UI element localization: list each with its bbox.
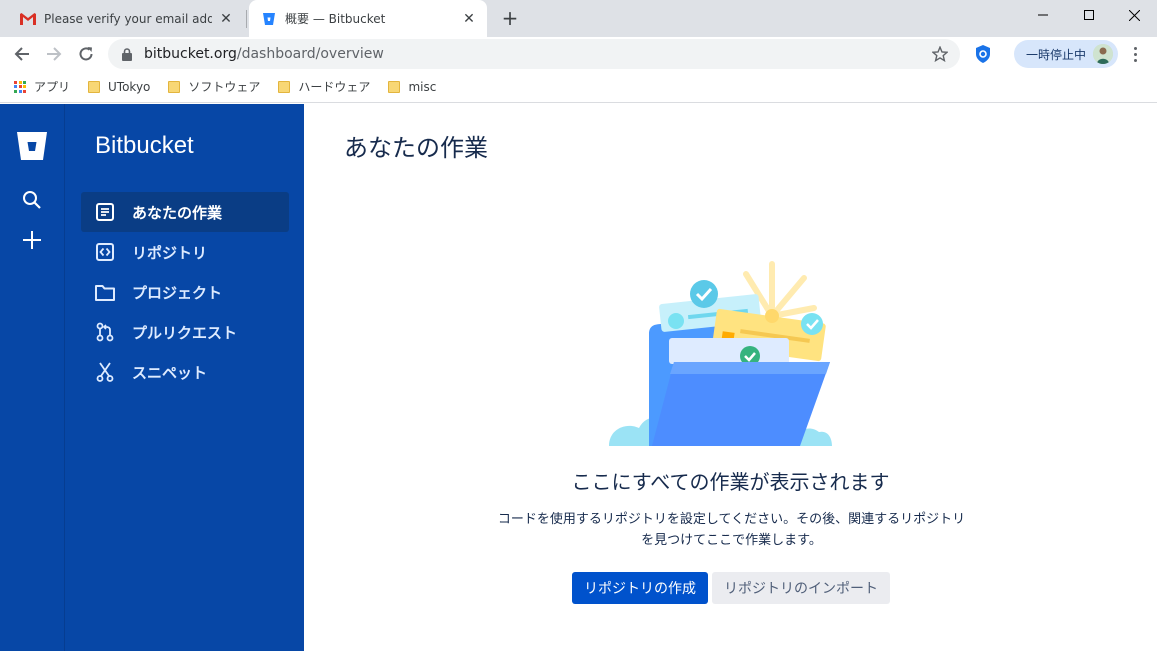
gmail-icon: [20, 11, 36, 27]
back-icon[interactable]: [8, 40, 36, 68]
sidebar-item-label: リポジトリ: [132, 243, 208, 262]
bookmark-label: ハードウェア: [298, 80, 371, 94]
sidebar-item-label: あなたの作業: [132, 203, 223, 222]
profile-label: 一時停止中: [1026, 47, 1087, 62]
folder-icon: [93, 280, 117, 304]
empty-state-description: コードを使用するリポジトリを設定してください。その後、関連するリポジトリを見つけ…: [497, 512, 966, 548]
tab-title: Please verify your email address: [44, 11, 212, 26]
lock-icon[interactable]: [120, 47, 134, 61]
bookmarks-bar: アプリ UTokyo ソフトウェア ハードウェア misc: [0, 71, 1157, 103]
sidebar-item-pull-requests[interactable]: プルリクエスト: [81, 312, 289, 352]
browser-tab-strip: Please verify your email address ✕ 概要 — …: [0, 0, 1157, 37]
url-path: /dashboard/overview: [236, 46, 384, 62]
minimize-icon[interactable]: [1020, 0, 1066, 30]
folder-icon: [388, 80, 401, 93]
close-window-icon[interactable]: [1111, 0, 1157, 30]
bookmark-folder-software[interactable]: ソフトウェア: [168, 78, 260, 95]
tab-divider: [246, 10, 247, 28]
folder-icon: [168, 80, 181, 93]
browser-tab-bitbucket[interactable]: 概要 — Bitbucket ✕: [249, 0, 487, 37]
code-icon: [93, 240, 117, 264]
new-tab-button[interactable]: +: [498, 6, 522, 30]
bookmark-folder-misc[interactable]: misc: [388, 80, 436, 94]
sidebar-item-projects[interactable]: プロジェクト: [81, 272, 289, 312]
avatar: [1093, 44, 1113, 64]
url-text: bitbucket.org/dashboard/overview: [144, 46, 930, 62]
browser-toolbar: bitbucket.org/dashboard/overview 一時停止中: [0, 37, 1157, 71]
sidebar-item-snippets[interactable]: スニペット: [81, 352, 289, 392]
close-tab-icon[interactable]: ✕: [218, 11, 234, 27]
bitbucket-logo-icon[interactable]: [16, 130, 48, 162]
forward-icon[interactable]: [40, 40, 68, 68]
bookmark-star-icon[interactable]: [930, 46, 950, 62]
folder-icon: [278, 80, 291, 93]
maximize-icon[interactable]: [1066, 0, 1112, 30]
sidebar-item-repositories[interactable]: リポジトリ: [81, 232, 289, 272]
empty-state-illustration: [604, 254, 834, 449]
bookmark-folder-utokyo[interactable]: UTokyo: [88, 80, 150, 94]
bookmark-apps[interactable]: アプリ: [14, 78, 70, 95]
create-repository-button[interactable]: リポジトリの作成: [572, 572, 708, 604]
tab-title: 概要 — Bitbucket: [285, 12, 386, 26]
profile-button[interactable]: 一時停止中: [1014, 40, 1118, 68]
bookmark-label: misc: [408, 79, 437, 94]
bookmark-folder-hardware[interactable]: ハードウェア: [278, 78, 370, 95]
bitbucket-icon: [261, 11, 277, 27]
main-content: あなたの作業 ここにすべての作業が表示されます コードを使用するリポジトリを設定…: [304, 104, 1157, 651]
create-plus-icon[interactable]: [16, 224, 48, 256]
sidebar-item-label: スニペット: [132, 363, 208, 382]
search-icon[interactable]: [16, 184, 48, 216]
empty-state-heading: ここにすべての作業が表示されます: [571, 470, 890, 494]
global-nav: [0, 104, 64, 651]
browser-menu-icon[interactable]: [1127, 44, 1143, 64]
scissors-icon: [93, 360, 117, 384]
reload-icon[interactable]: [72, 40, 100, 68]
product-name: Bitbucket: [95, 132, 194, 159]
document-icon: [93, 200, 117, 224]
sidebar-item-label: プルリクエスト: [132, 323, 238, 342]
sidebar-item-your-work[interactable]: あなたの作業: [81, 192, 289, 232]
close-tab-icon[interactable]: ✕: [461, 11, 477, 27]
bookmark-label: ソフトウェア: [188, 80, 261, 94]
pull-request-icon: [93, 320, 117, 344]
apps-grid-icon: [14, 80, 26, 93]
page-title: あなたの作業: [344, 134, 488, 162]
import-repository-button[interactable]: リポジトリのインポート: [712, 572, 890, 604]
sidebar-item-label: プロジェクト: [132, 283, 223, 302]
sidebar: Bitbucket あなたの作業 リポジトリ プロジェクト プルリクエスト スニ…: [64, 104, 304, 651]
browser-tab-gmail[interactable]: Please verify your email address ✕: [8, 0, 244, 37]
address-bar[interactable]: bitbucket.org/dashboard/overview: [108, 39, 960, 69]
bookmark-label: アプリ: [34, 80, 71, 94]
folder-icon: [88, 80, 101, 93]
bookmark-label: UTokyo: [108, 79, 151, 94]
url-domain: bitbucket.org: [144, 46, 237, 62]
extension-shield-icon[interactable]: [973, 44, 993, 64]
